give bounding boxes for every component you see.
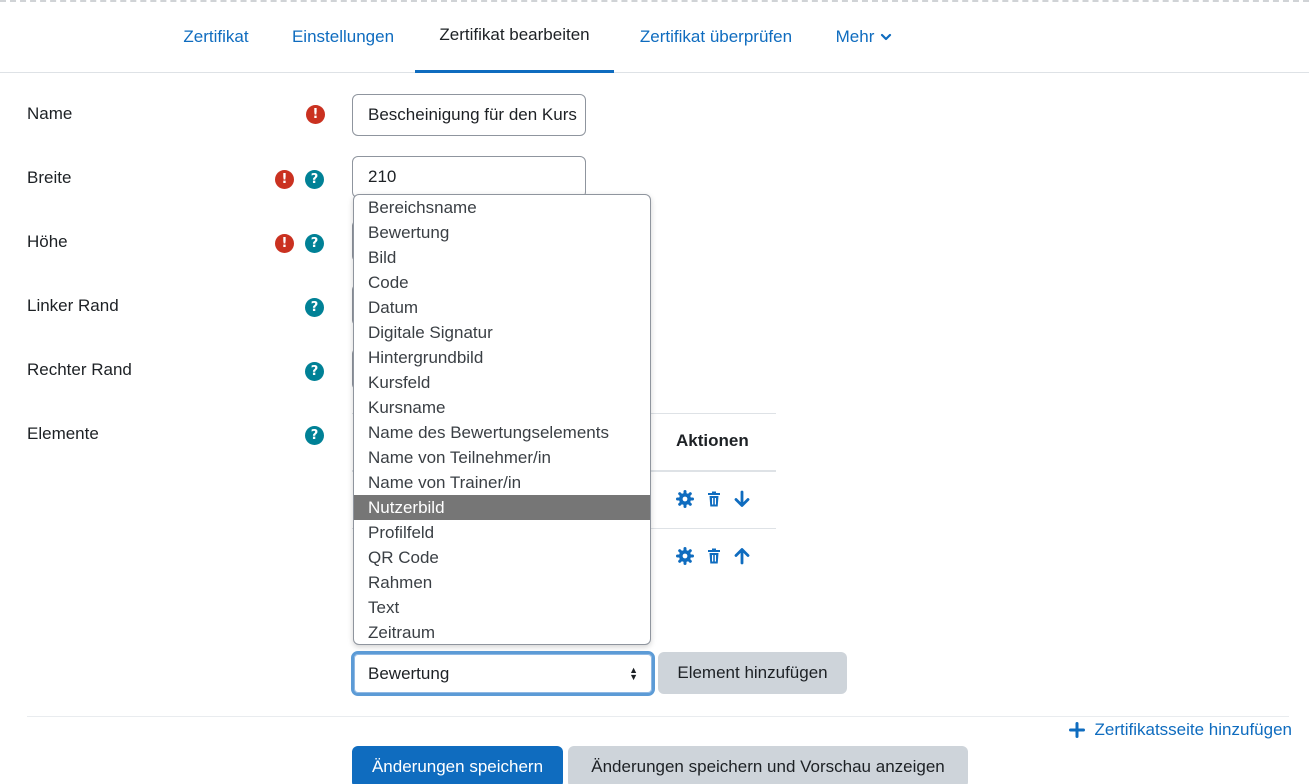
add-element-button[interactable]: Element hinzufügen	[658, 652, 847, 694]
add-page-label: Zertifikatsseite hinzufügen	[1094, 720, 1293, 739]
tab-label: Zertifikat bearbeiten	[439, 25, 590, 44]
arrow-up-icon[interactable]	[733, 547, 751, 565]
listbox-option[interactable]: Kursname	[354, 395, 650, 420]
plus-icon	[1068, 722, 1085, 738]
tab-zertifikat[interactable]: Zertifikat	[162, 0, 270, 73]
rechter-rand-label: Rechter Rand	[27, 360, 132, 379]
required-icon: !	[306, 105, 325, 124]
listbox-option[interactable]: Hintergrundbild	[354, 345, 650, 370]
chevron-down-icon	[881, 33, 892, 40]
listbox-option[interactable]: Nutzerbild	[354, 495, 650, 520]
name-input[interactable]: Bescheinigung für den Kurs	[352, 94, 586, 136]
page: Zertifikat Einstellungen Zertifikat bear…	[0, 0, 1309, 784]
tab-einstellungen[interactable]: Einstellungen	[272, 0, 414, 73]
elemente-label: Elemente	[27, 424, 99, 443]
name-label: Name	[27, 104, 73, 123]
listbox-option[interactable]: Text	[354, 595, 650, 620]
tab-label: Zertifikat	[183, 26, 249, 46]
secondary-navigation: Zertifikat Einstellungen Zertifikat bear…	[0, 0, 1309, 73]
arrow-down-icon[interactable]	[733, 490, 751, 508]
gear-icon[interactable]	[676, 490, 694, 508]
listbox-option[interactable]: Rahmen	[354, 570, 650, 595]
help-icon[interactable]: ?	[305, 298, 324, 317]
listbox-option[interactable]: Code	[354, 270, 650, 295]
add-certificate-page-link[interactable]: Zertifikatsseite hinzufügen	[1068, 720, 1293, 740]
tab-label: Einstellungen	[291, 26, 395, 46]
listbox-option[interactable]: Bereichsname	[354, 195, 650, 220]
hoehe-label: Höhe	[27, 232, 68, 251]
tab-zertifikat-bearbeiten[interactable]: Zertifikat bearbeiten	[415, 0, 614, 73]
required-icon: !	[275, 234, 294, 253]
help-icon[interactable]: ?	[305, 170, 324, 189]
tab-zertifikat-ueberpruefen[interactable]: Zertifikat überprüfen	[616, 0, 816, 73]
listbox-option[interactable]: Name des Bewertungselements	[354, 420, 650, 445]
listbox-option[interactable]: QR Code	[354, 545, 650, 570]
save-and-preview-button[interactable]: Änderungen speichern und Vorschau anzeig…	[568, 746, 968, 784]
trash-icon[interactable]	[705, 547, 723, 565]
listbox-option[interactable]: Digitale Signatur	[354, 320, 650, 345]
required-icon: !	[275, 170, 294, 189]
select-value: Bewertung	[368, 663, 450, 683]
listbox-option[interactable]: Name von Trainer/in	[354, 470, 650, 495]
element-type-listbox[interactable]: Bereichsname Bewertung Bild Code Datum Digita…	[353, 194, 651, 645]
listbox-option[interactable]: Bild	[354, 245, 650, 270]
select-updown-icon: ▲ ▼	[629, 664, 638, 682]
tab-label: Zertifikat überprüfen	[639, 26, 793, 46]
listbox-option[interactable]: Kursfeld	[354, 370, 650, 395]
listbox-option[interactable]: Datum	[354, 295, 650, 320]
trash-icon[interactable]	[705, 490, 723, 508]
tab-mehr[interactable]: Mehr	[818, 0, 910, 73]
section-divider	[27, 716, 1289, 717]
table-header-aktionen: Aktionen	[676, 431, 749, 450]
listbox-option[interactable]: Profilfeld	[354, 520, 650, 545]
breite-label: Breite	[27, 168, 72, 187]
linker-rand-label: Linker Rand	[27, 296, 119, 315]
gear-icon[interactable]	[676, 547, 694, 565]
listbox-option[interactable]: Zeitraum	[354, 620, 650, 644]
help-icon[interactable]: ?	[305, 426, 324, 445]
breite-input[interactable]: 210	[352, 156, 586, 198]
element-type-select[interactable]: Bewertung ▲ ▼	[351, 651, 655, 696]
help-icon[interactable]: ?	[305, 362, 324, 381]
help-icon[interactable]: ?	[305, 234, 324, 253]
save-button[interactable]: Änderungen speichern	[352, 746, 563, 784]
listbox-option[interactable]: Name von Teilnehmer/in	[354, 445, 650, 470]
listbox-option[interactable]: Bewertung	[354, 220, 650, 245]
tab-label: Mehr	[835, 26, 875, 46]
